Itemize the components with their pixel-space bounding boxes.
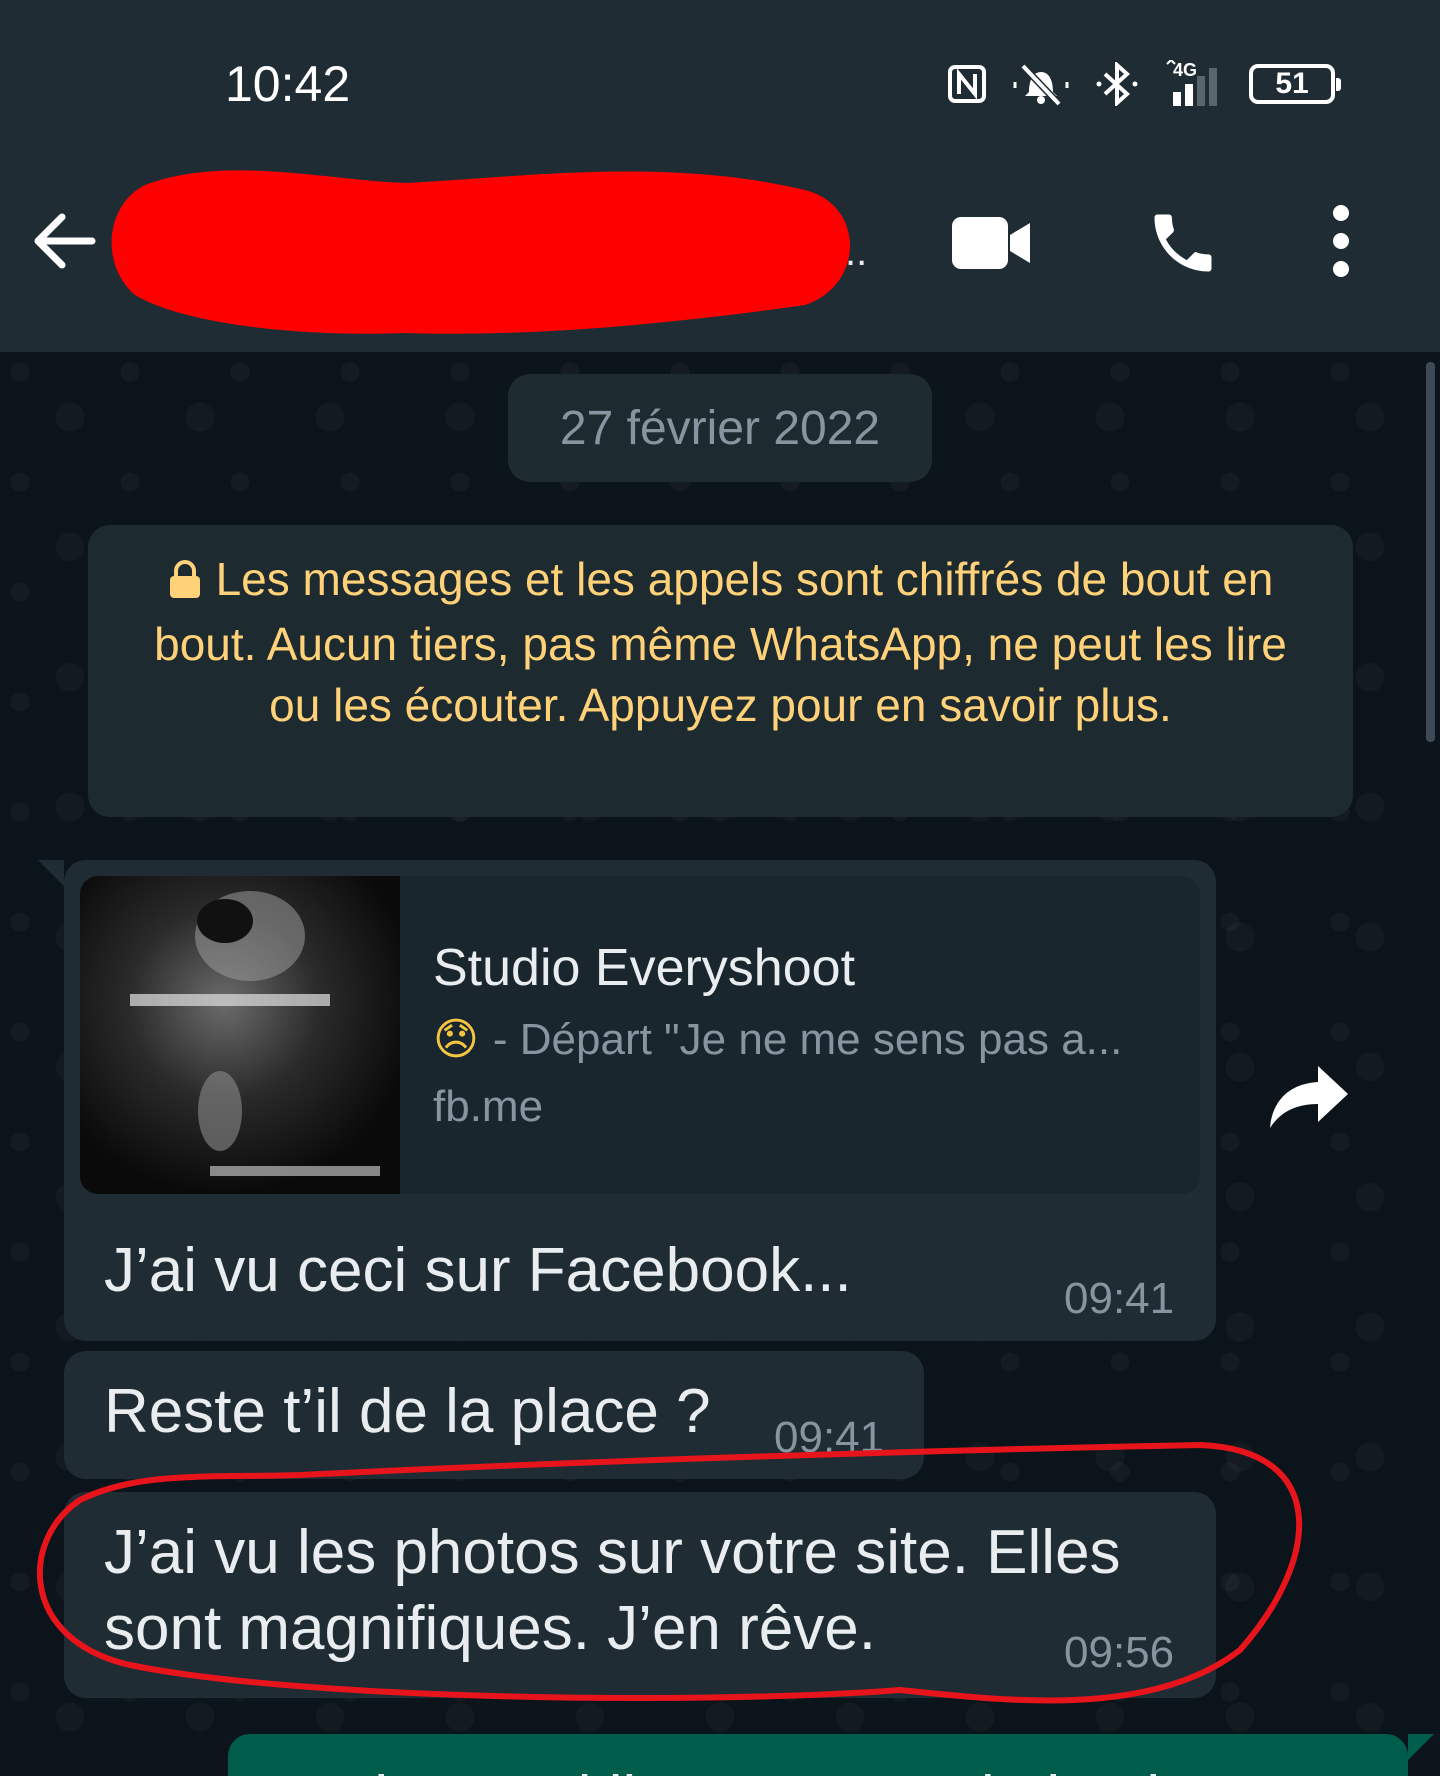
- back-arrow-icon[interactable]: [28, 205, 100, 277]
- message-time: 09:41: [774, 1413, 885, 1462]
- contact-name[interactable]: ..: [105, 165, 867, 340]
- signal-4g-icon: 4G: [1163, 60, 1227, 108]
- link-preview-description: 😞 - Départ "Je ne me sens pas a...: [433, 1014, 1173, 1065]
- video-call-icon[interactable]: [950, 213, 1034, 278]
- forward-icon[interactable]: [1268, 1062, 1352, 1135]
- link-preview-description-text: - Départ "Je ne me sens pas a...: [492, 1014, 1123, 1064]
- battery-level: 51: [1275, 67, 1309, 100]
- message-text: Reste t’il de la place ?: [104, 1377, 711, 1446]
- battery-indicator: 51: [1249, 64, 1341, 104]
- lock-icon: [168, 553, 202, 614]
- scrollbar[interactable]: [1426, 362, 1435, 742]
- vibrate-off-icon: [1009, 62, 1073, 106]
- redaction-scribble: [111, 170, 851, 334]
- link-preview-title: Studio Everyshoot: [433, 939, 856, 997]
- status-bar: 10:42 4G 51: [0, 0, 1440, 165]
- network-label: 4G: [1173, 60, 1197, 80]
- message-bubble-outgoing[interactable]: Bonjour, oui il nous reste de la place: [228, 1734, 1434, 1776]
- message-text: Bonjour, oui il nous reste de la place: [264, 1762, 1260, 1776]
- link-preview[interactable]: Studio Everyshoot 😞 - Départ "Je ne me s…: [80, 876, 1200, 1194]
- status-time: 10:42: [225, 56, 351, 112]
- contact-name-ellipsis: ..: [845, 230, 868, 274]
- encryption-notice[interactable]: Les messages et les appels sont chiffrés…: [88, 525, 1353, 817]
- message-text: J’ai vu ceci sur Facebook...: [104, 1236, 852, 1305]
- message-text-line1: J’ai vu les photos sur votre site. Elles: [104, 1518, 1121, 1587]
- message-text-line2: sont magnifiques. J’en rêve.: [104, 1594, 876, 1663]
- message-time: 09:41: [1064, 1274, 1175, 1323]
- status-icons: 4G 51: [947, 58, 1341, 110]
- date-chip: 27 février 2022: [508, 374, 932, 482]
- link-preview-thumbnail: [80, 876, 400, 1194]
- more-options-icon[interactable]: [1325, 203, 1357, 284]
- chat-area[interactable]: 27 février 2022 Les messages et les appe…: [0, 352, 1440, 1776]
- message-time: 09:56: [1064, 1628, 1175, 1677]
- encryption-notice-text: Les messages et les appels sont chiffrés…: [154, 553, 1287, 731]
- message-bubble[interactable]: Reste t’il de la place ? 09:41: [64, 1351, 924, 1479]
- link-preview-domain: fb.me: [433, 1082, 544, 1131]
- sad-face-emoji: 😞: [433, 1015, 479, 1064]
- message-bubble-link[interactable]: Studio Everyshoot 😞 - Départ "Je ne me s…: [38, 860, 1216, 1341]
- nfc-icon: [947, 64, 987, 104]
- voice-call-icon[interactable]: [1145, 205, 1221, 286]
- chat-header: ..: [0, 165, 1440, 352]
- bluetooth-icon: [1095, 62, 1141, 106]
- message-bubble-highlighted[interactable]: J’ai vu les photos sur votre site. Elles…: [64, 1492, 1216, 1698]
